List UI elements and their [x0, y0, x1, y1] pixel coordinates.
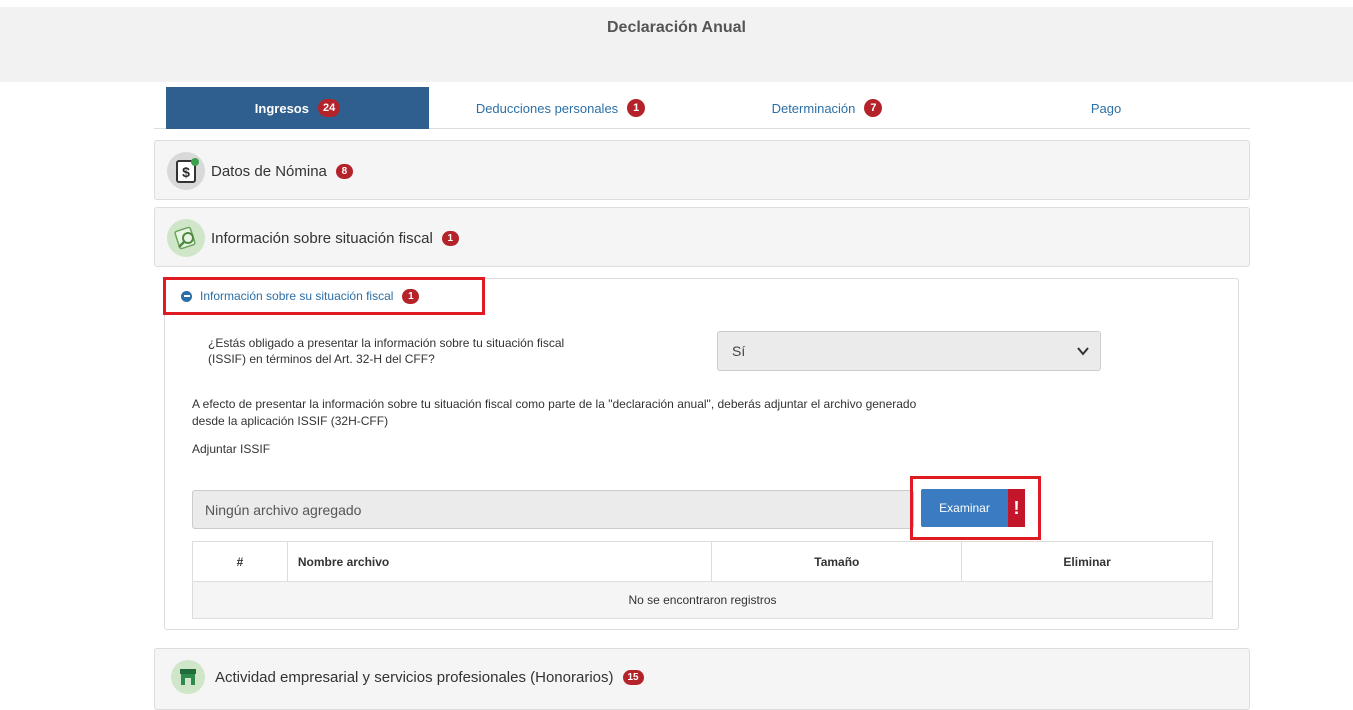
- table-row: No se encontraron registros: [192, 581, 1213, 619]
- tab-label: Pago: [1090, 100, 1122, 116]
- attach-instructions: A efecto de presentar la información sob…: [192, 397, 917, 428]
- panel-situacion-fiscal[interactable]: Información sobre situación fiscal 1: [154, 207, 1250, 267]
- panel-actividad-empresarial[interactable]: Actividad empresarial y servicios profes…: [154, 648, 1250, 710]
- file-placeholder: Ningún archivo agregado: [205, 501, 362, 518]
- panel-title: Datos de Nómina: [211, 162, 327, 180]
- col-size: Tamaño: [711, 541, 963, 582]
- panel-badge: 15: [622, 669, 644, 685]
- tab-badge: 1: [627, 99, 646, 117]
- page-title: Declaración Anual: [606, 19, 746, 36]
- chevron-down-icon: [1077, 347, 1089, 356]
- select-value: Sí: [732, 343, 746, 359]
- subsection-header[interactable]: Información sobre su situación fiscal 1: [163, 277, 485, 315]
- table-header-row: # Nombre archivo Tamaño Eliminar: [192, 541, 1213, 582]
- tab-badge: 24: [317, 99, 341, 117]
- dollar-document-icon: $: [167, 152, 205, 190]
- tab-bar: Ingresos 24 Deducciones personales 1 Det…: [154, 87, 1250, 129]
- tab-badge: 7: [864, 99, 883, 117]
- tab-ingresos[interactable]: Ingresos 24: [166, 87, 429, 129]
- panel-datos-nomina[interactable]: $ Datos de Nómina 8: [154, 140, 1250, 200]
- empty-message: No se encontraron registros: [192, 581, 1213, 619]
- tab-determinacion[interactable]: Determinación 7: [692, 87, 962, 129]
- col-number: #: [192, 541, 288, 582]
- attach-label: Adjuntar ISSIF: [192, 442, 271, 456]
- tab-label: Determinación: [771, 100, 856, 116]
- tab-label: Ingresos: [254, 100, 309, 116]
- panel-badge: 1: [441, 230, 459, 246]
- required-alert-icon: !: [1008, 489, 1025, 527]
- col-delete: Eliminar: [961, 541, 1213, 582]
- issif-select[interactable]: Sí: [717, 331, 1101, 371]
- panel-title: Actividad empresarial y servicios profes…: [215, 668, 614, 686]
- panel-badge: 8: [335, 163, 353, 179]
- tab-pago[interactable]: Pago: [962, 87, 1250, 129]
- magnifier-document-icon: [167, 219, 205, 257]
- tab-deducciones[interactable]: Deducciones personales 1: [429, 87, 692, 129]
- file-input[interactable]: Ningún archivo agregado: [192, 490, 914, 529]
- files-table: # Nombre archivo Tamaño Eliminar No se e…: [192, 541, 1213, 619]
- issif-question: ¿Estás obligado a presentar la informaci…: [208, 336, 565, 366]
- subsection-badge: 1: [402, 288, 420, 304]
- tab-label: Deducciones personales: [475, 100, 619, 116]
- subsection-title: Información sobre su situación fiscal: [200, 289, 394, 303]
- panel-title: Información sobre situación fiscal: [211, 229, 433, 247]
- svg-text:$: $: [182, 164, 190, 180]
- top-bar: Declaración Anual: [0, 7, 1353, 82]
- collapse-icon[interactable]: [181, 290, 192, 302]
- col-filename: Nombre archivo: [286, 541, 713, 582]
- storefront-icon: [171, 660, 205, 694]
- examinar-button[interactable]: Examinar: [921, 489, 1008, 527]
